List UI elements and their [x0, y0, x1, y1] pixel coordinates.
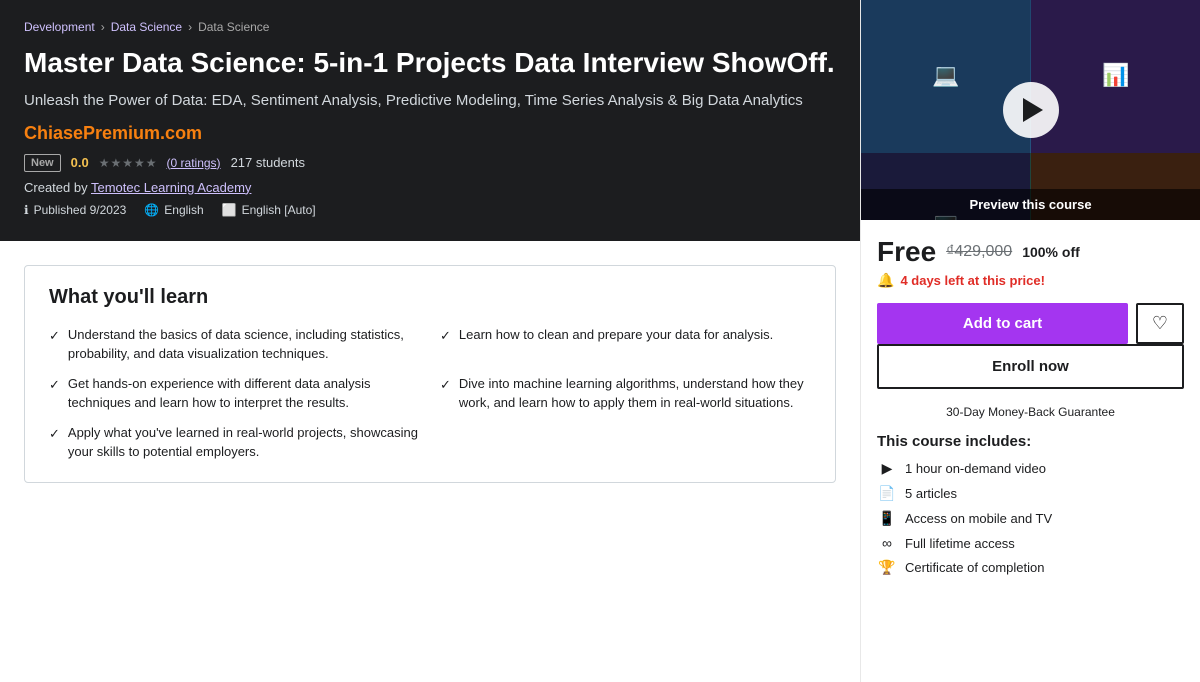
play-button[interactable]: [1003, 82, 1059, 138]
learn-text-1: Understand the basics of data science, i…: [68, 325, 420, 364]
learn-grid: ✓ Understand the basics of data science,…: [49, 325, 811, 462]
learn-item: ✓ Apply what you've learned in real-worl…: [49, 423, 420, 462]
learn-box: What you'll learn ✓ Understand the basic…: [24, 265, 836, 483]
creator-row: Created by Temotec Learning Academy: [24, 180, 836, 195]
course-subtitle: Unleash the Power of Data: EDA, Sentimen…: [24, 90, 824, 111]
certificate-icon: 🏆: [877, 559, 897, 576]
price-original: ₫429,000: [946, 243, 1012, 261]
include-certificate-text: Certificate of completion: [905, 560, 1044, 575]
breadcrumb-data-science-2[interactable]: Data Science: [198, 20, 269, 34]
sidebar-pricing: Free ₫429,000 100% off 🔔 4 days left at …: [861, 220, 1200, 600]
globe-icon: 🌐: [144, 203, 159, 217]
urgency-text: 4 days left at this price!: [900, 273, 1045, 288]
learn-item: ✓ Get hands-on experience with different…: [49, 374, 420, 413]
price-free: Free: [877, 236, 936, 268]
heart-icon: ♡: [1152, 313, 1168, 334]
img-block-2: 📊: [1031, 0, 1200, 153]
video-icon: ▶: [877, 460, 897, 477]
include-lifetime: ∞ Full lifetime access: [877, 535, 1184, 551]
img-block-1: 💻: [861, 0, 1031, 153]
preview-label: Preview this course: [861, 189, 1200, 220]
star-5: ★: [146, 156, 157, 170]
money-back-guarantee: 30-Day Money-Back Guarantee: [877, 405, 1184, 419]
learn-heading: What you'll learn: [49, 286, 811, 309]
learn-text-5: Dive into machine learning algorithms, u…: [459, 374, 811, 413]
add-to-cart-button[interactable]: Add to cart: [877, 303, 1128, 344]
price-discount: 100% off: [1022, 244, 1080, 260]
include-video: ▶ 1 hour on-demand video: [877, 460, 1184, 477]
include-video-text: 1 hour on-demand video: [905, 461, 1046, 476]
star-3: ★: [122, 156, 133, 170]
include-lifetime-text: Full lifetime access: [905, 536, 1015, 551]
play-triangle-icon: [1023, 98, 1043, 122]
learn-text-2: Get hands-on experience with different d…: [68, 374, 420, 413]
breadcrumb-data-science-1[interactable]: Data Science: [111, 20, 182, 34]
check-icon-4: ✓: [440, 326, 451, 346]
learn-text-4: Learn how to clean and prepare your data…: [459, 325, 773, 345]
mobile-icon: 📱: [877, 510, 897, 527]
caption-info: ⬜ English [Auto]: [222, 203, 316, 217]
learn-item: ✓ Understand the basics of data science,…: [49, 325, 420, 364]
include-mobile: 📱 Access on mobile and TV: [877, 510, 1184, 527]
language-info: 🌐 English: [144, 203, 203, 217]
course-includes-heading: This course includes:: [877, 433, 1184, 450]
check-icon-2: ✓: [49, 375, 60, 395]
published-info: ℹ Published 9/2023: [24, 203, 126, 217]
meta-row: New 0.0 ★ ★ ★ ★ ★ (0 ratings) 217 studen…: [24, 154, 836, 172]
star-2: ★: [110, 156, 121, 170]
check-icon-3: ✓: [49, 424, 60, 444]
include-certificate: 🏆 Certificate of completion: [877, 559, 1184, 576]
star-1: ★: [99, 156, 110, 170]
students-count: 217 students: [231, 155, 305, 170]
include-mobile-text: Access on mobile and TV: [905, 511, 1052, 526]
wishlist-button[interactable]: ♡: [1136, 303, 1184, 344]
price-row: Free ₫429,000 100% off: [877, 236, 1184, 268]
new-badge: New: [24, 154, 61, 172]
include-article-text: 5 articles: [905, 486, 957, 501]
include-article: 📄 5 articles: [877, 485, 1184, 502]
sidebar: 💻 📊 🖥️: [860, 0, 1200, 682]
learn-text-3: Apply what you've learned in real-world …: [68, 423, 420, 462]
breadcrumb-development[interactable]: Development: [24, 20, 95, 34]
enroll-now-button[interactable]: Enroll now: [877, 344, 1184, 389]
course-includes: This course includes: ▶ 1 hour on-demand…: [877, 433, 1184, 576]
learn-item: ✓ Learn how to clean and prepare your da…: [440, 325, 811, 364]
caption-icon: ⬜: [222, 203, 237, 217]
body-section: What you'll learn ✓ Understand the basic…: [0, 241, 860, 507]
info-row: ℹ Published 9/2023 🌐 English ⬜ English […: [24, 203, 836, 217]
cart-button-row: Add to cart ♡: [877, 303, 1184, 344]
infinity-icon: ∞: [877, 535, 897, 551]
course-image[interactable]: 💻 📊 🖥️: [861, 0, 1200, 220]
info-icon-publish: ℹ: [24, 203, 29, 217]
learn-item: ✓ Dive into machine learning algorithms,…: [440, 374, 811, 413]
svg-text:💻: 💻: [932, 62, 959, 87]
star-4: ★: [134, 156, 145, 170]
breadcrumb: Development › Data Science › Data Scienc…: [24, 20, 836, 34]
rating-count: (0 ratings): [167, 156, 221, 170]
svg-text:📊: 📊: [1102, 62, 1129, 87]
watermark: ChiasePremium.com: [24, 123, 836, 144]
stars: ★ ★ ★ ★ ★: [99, 156, 157, 170]
alarm-icon: 🔔: [877, 272, 894, 289]
article-icon: 📄: [877, 485, 897, 502]
rating-number: 0.0: [71, 155, 89, 170]
creator-link[interactable]: Temotec Learning Academy: [91, 180, 251, 195]
check-icon-1: ✓: [49, 326, 60, 346]
check-icon-5: ✓: [440, 375, 451, 395]
course-title: Master Data Science: 5-in-1 Projects Dat…: [24, 46, 836, 80]
urgency-row: 🔔 4 days left at this price!: [877, 272, 1184, 289]
